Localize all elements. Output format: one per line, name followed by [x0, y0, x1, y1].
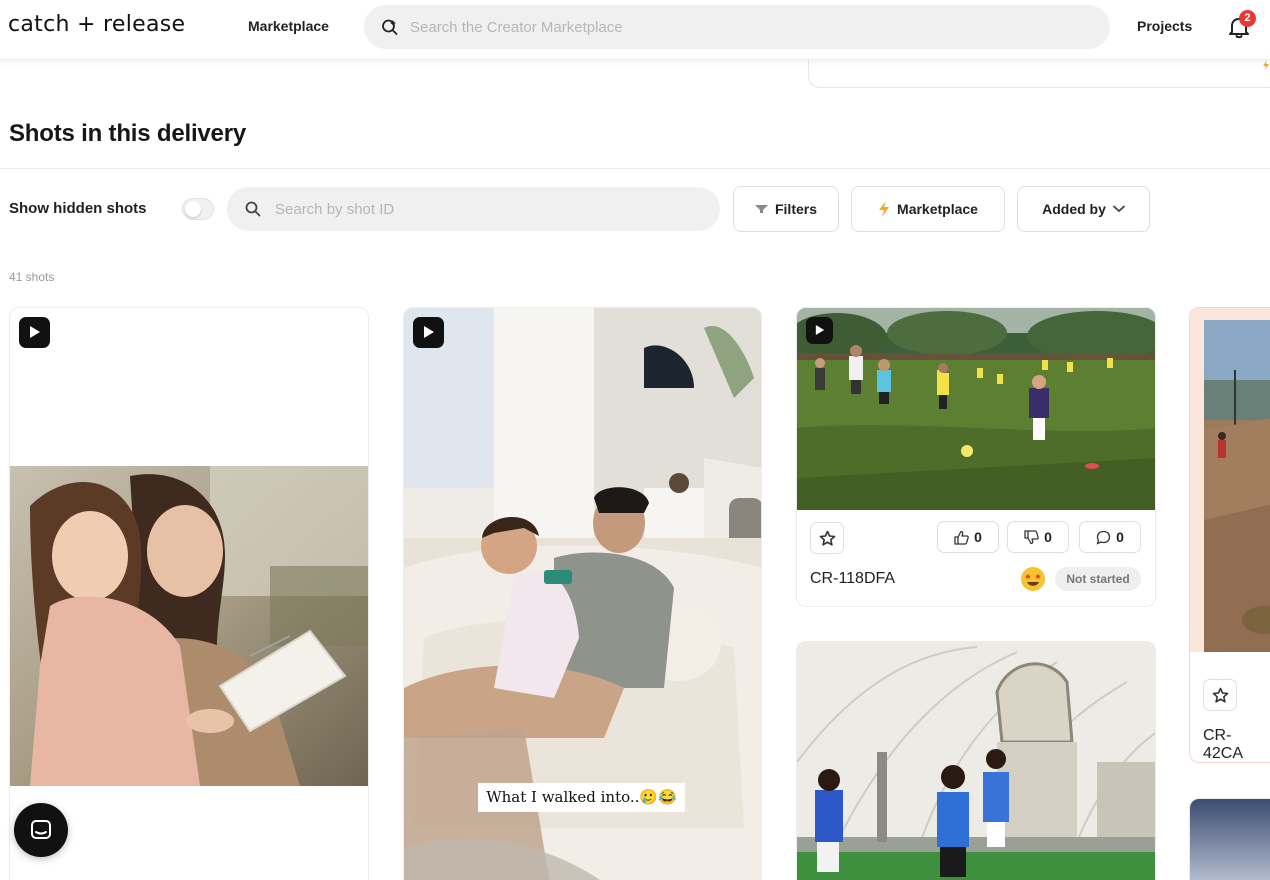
shot-id: CR-118DFA: [810, 570, 896, 587]
shots-count: 41 shots: [9, 270, 55, 284]
added-by-label: Added by: [1042, 201, 1106, 217]
comment-icon: [1096, 530, 1111, 545]
section-title: Shots in this delivery: [9, 120, 246, 147]
shot-thumbnail: [797, 642, 1155, 880]
show-hidden-label: Show hidden shots: [9, 200, 147, 217]
marketplace-search-input[interactable]: [410, 16, 1070, 38]
marketplace-search[interactable]: [364, 5, 1110, 49]
top-bar: catch + release Marketplace Projects 2: [0, 0, 1270, 60]
search-icon: [382, 19, 398, 35]
nav-marketplace[interactable]: Marketplace: [248, 18, 329, 34]
shot-card[interactable]: [9, 307, 369, 880]
toggle-knob: [185, 201, 201, 217]
shot-card[interactable]: [1189, 798, 1270, 880]
nav-projects[interactable]: Projects: [1137, 18, 1192, 34]
search-icon: [245, 201, 261, 217]
play-icon: [413, 317, 444, 348]
thumbs-up-icon: [954, 530, 969, 545]
lightning-icon: [1263, 60, 1269, 70]
lightning-icon: [879, 201, 890, 217]
notification-count-badge: 2: [1239, 10, 1256, 27]
like-button[interactable]: 0: [937, 521, 999, 553]
star-icon: [819, 530, 836, 546]
chevron-down-icon: [1112, 205, 1125, 213]
filters-button[interactable]: Filters: [733, 186, 839, 232]
show-hidden-toggle[interactable]: [182, 198, 214, 220]
shot-card[interactable]: [796, 307, 1156, 607]
shot-thumbnail: [1204, 320, 1270, 652]
shot-id: CR-42CA: [1203, 727, 1244, 762]
star-struck-emoji-icon: [1021, 567, 1045, 591]
play-icon: [806, 317, 833, 344]
comment-button[interactable]: 0: [1079, 521, 1141, 553]
star-icon: [1212, 687, 1229, 703]
brand-logo[interactable]: catch + release: [8, 12, 185, 37]
chat-icon: [31, 820, 51, 839]
shot-thumbnail: [10, 466, 368, 786]
status-badge: Not started: [1055, 567, 1141, 591]
shot-search-input[interactable]: [275, 198, 695, 220]
dislike-count: 0: [1044, 529, 1052, 545]
added-by-dropdown[interactable]: Added by: [1017, 186, 1150, 232]
filter-icon: [754, 205, 768, 213]
like-count: 0: [974, 529, 982, 545]
comment-count: 0: [1116, 529, 1124, 545]
support-chat-button[interactable]: [14, 803, 68, 857]
shot-search[interactable]: [227, 187, 720, 231]
marketplace-filter-label: Marketplace: [897, 201, 978, 217]
dislike-button[interactable]: 0: [1007, 521, 1069, 553]
thumbs-down-icon: [1024, 529, 1039, 544]
play-icon: [19, 317, 50, 348]
filters-label: Filters: [774, 201, 817, 217]
shot-thumbnail: [797, 308, 1155, 510]
favorite-button[interactable]: [1203, 679, 1237, 711]
favorite-button[interactable]: [810, 522, 844, 554]
shot-thumbnail: [1190, 799, 1270, 880]
video-caption: What I walked into..🥲😂: [478, 783, 685, 812]
marketplace-filter-button[interactable]: Marketplace: [851, 186, 1005, 232]
shot-card[interactable]: [796, 641, 1156, 880]
divider: [0, 168, 1270, 169]
